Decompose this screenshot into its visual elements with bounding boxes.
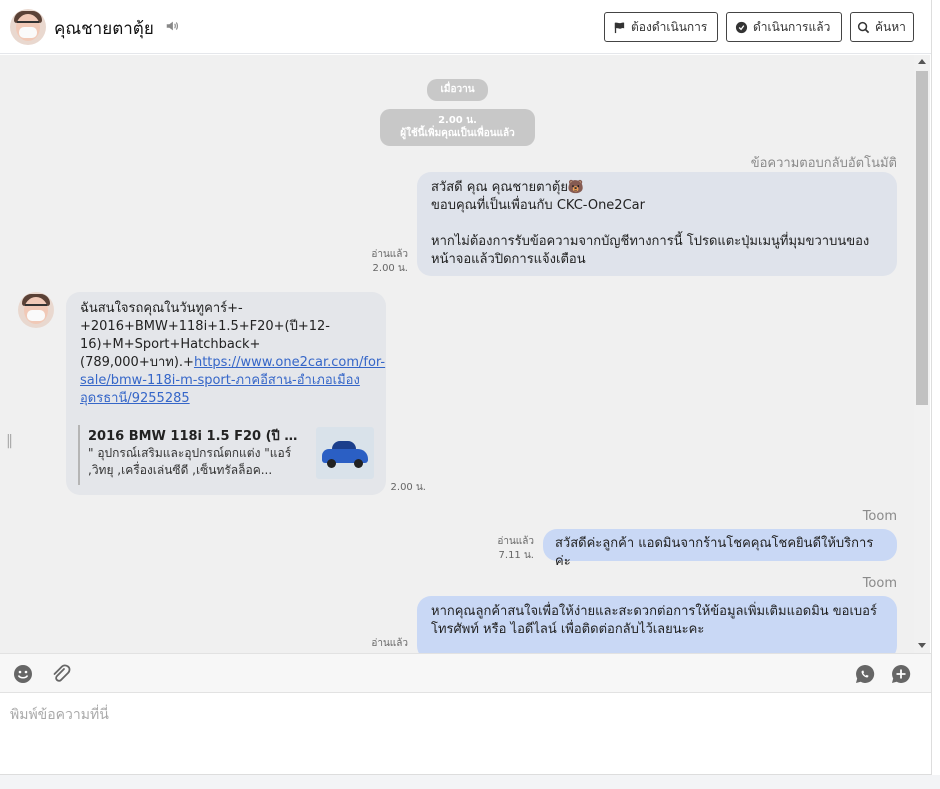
search-icon — [857, 21, 870, 33]
link-preview-card[interactable]: 2016 BMW 118i 1.5 F20 (ปี 12-1... " อุปก… — [78, 425, 374, 485]
link-preview-line: " อุปกรณ์เสริมและอุปกรณ์ตกแต่ง "แอร์ — [88, 446, 292, 460]
done-button-label: ดำเนินการแล้ว — [753, 19, 831, 34]
read-receipt: อ่านแล้ว — [371, 638, 408, 649]
message-time: 2.00 น. — [390, 482, 426, 493]
scrollbar-thumb[interactable] — [916, 71, 928, 405]
message-link[interactable]: อุดรธานี/9255285 — [80, 390, 372, 408]
message-line: ฉันสนใจรถคุณในวันทูคาร์+- — [80, 301, 243, 316]
flag-icon — [614, 21, 625, 33]
composer-toolbar — [0, 653, 931, 693]
message-link[interactable]: https://www.one2car.com/for- — [194, 355, 385, 370]
message-time: 7.11 น. — [498, 550, 534, 561]
message-line: 16)+M+Sport+Hatchback+ — [80, 337, 261, 352]
message-bubble[interactable]: สวัสดี คุณ คุณชายตาตุ้ย🐻 ขอบคุณที่เป็นเพ… — [417, 172, 897, 276]
link-preview-description: " อุปกรณ์เสริมและอุปกรณ์ตกแต่ง "แอร์ ,วิ… — [88, 445, 308, 479]
plus-circle-icon[interactable] — [890, 663, 912, 685]
done-button[interactable]: ดำเนินการแล้ว — [726, 12, 842, 42]
read-receipt: อ่านแล้ว — [497, 536, 534, 547]
message-sender: Toom — [862, 509, 897, 524]
message-bubble[interactable]: หากคุณลูกค้าสนใจเพื่อให้ง่ายและสะดวกต่อก… — [417, 596, 897, 653]
drag-handle-icon[interactable]: ‖ — [6, 433, 13, 449]
todo-button[interactable]: ต้องดำเนินการ — [604, 12, 718, 42]
car-thumbnail-image — [316, 427, 374, 479]
speaker-icon[interactable] — [165, 19, 179, 33]
contact-name: คุณชายตาตุ้ย — [54, 19, 154, 39]
message-list[interactable]: ‖ เมื่อวาน 2.00 น. ผู้ใช้นี้เพิ่มคุณเป็น… — [0, 55, 914, 653]
message-input-area — [0, 694, 931, 774]
read-receipt: อ่านแล้ว — [371, 249, 408, 260]
scroll-down-arrow-icon[interactable] — [918, 643, 926, 648]
message-line-blank — [431, 215, 883, 233]
date-separator: เมื่อวาน — [427, 79, 488, 101]
scroll-up-arrow-icon[interactable] — [918, 59, 926, 64]
message-input[interactable] — [0, 694, 930, 774]
bottom-strip — [0, 775, 940, 789]
emoji-icon[interactable] — [12, 663, 34, 685]
contact-avatar[interactable] — [10, 9, 46, 45]
link-preview-title: 2016 BMW 118i 1.5 F20 (ปี 12-1... — [88, 429, 306, 444]
message-line: สวัสดี คุณ คุณชายตาตุ้ย🐻 — [431, 180, 585, 195]
system-event-time: 2.00 น. — [438, 115, 477, 126]
paperclip-icon[interactable] — [49, 663, 71, 685]
message-line: หากคุณลูกค้าสนใจเพื่อให้ง่ายและสะดวกต่อก… — [431, 604, 877, 619]
search-button[interactable]: ค้นหา — [850, 12, 914, 42]
message-line: +2016+BMW+118i+1.5+F20+(ปี+12- — [80, 319, 330, 334]
chat-header: คุณชายตาตุ้ย ต้องดำเนินการ ดำเนินการแล้ว… — [0, 0, 931, 54]
message-line: ขอบคุณที่เป็นเพื่อนกับ CKC-One2Car — [431, 198, 645, 213]
message-line: หากไม่ต้องการรับข้อความจากบัญชีทางการนี้… — [431, 234, 870, 249]
chat-window: คุณชายตาตุ้ย ต้องดำเนินการ ดำเนินการแล้ว… — [0, 0, 932, 775]
message-line: โทรศัพท์ หรือ ไอดีไลน์ เพื่อติดต่อกลับไว… — [431, 622, 705, 637]
system-event: 2.00 น. ผู้ใช้นี้เพิ่มคุณเป็นเพื่อนแล้ว — [380, 109, 535, 146]
message-line: หน้าจอแล้วปิดการแจ้งเตือน — [431, 252, 586, 267]
message-bubble[interactable]: สวัสดีค่ะลูกค้า แอดมินจากร้านโชคคุณโชคยิ… — [543, 529, 897, 569]
message-line: (789,000+บาท).+ — [80, 355, 194, 370]
message-meta: อ่านแล้ว 2.00 น. — [366, 248, 408, 276]
message-link[interactable]: sale/bmw-118i-m-sport-ภาคอีสาน-อำเภอเมือ… — [80, 372, 372, 390]
todo-button-label: ต้องดำเนินการ — [631, 19, 708, 34]
search-button-label: ค้นหา — [875, 19, 906, 34]
message-sender: ข้อความตอบกลับอัตโนมัติ — [750, 156, 897, 171]
contact-avatar[interactable] — [18, 292, 54, 328]
chat-check-icon — [735, 21, 748, 33]
message-meta: อ่านแล้ว 7.11 น. — [490, 535, 534, 563]
message-time: 2.00 น. — [372, 263, 408, 274]
chat-bubble-icon[interactable] — [854, 663, 876, 685]
link-preview-line: ,วิทยุ ,เครื่องเล่นซีดี ,เซ็นทรัลล็อค... — [88, 463, 273, 477]
message-sender: Toom — [862, 576, 897, 591]
system-event-text: ผู้ใช้นี้เพิ่มคุณเป็นเพื่อนแล้ว — [400, 128, 515, 139]
scrollbar[interactable] — [914, 55, 930, 653]
